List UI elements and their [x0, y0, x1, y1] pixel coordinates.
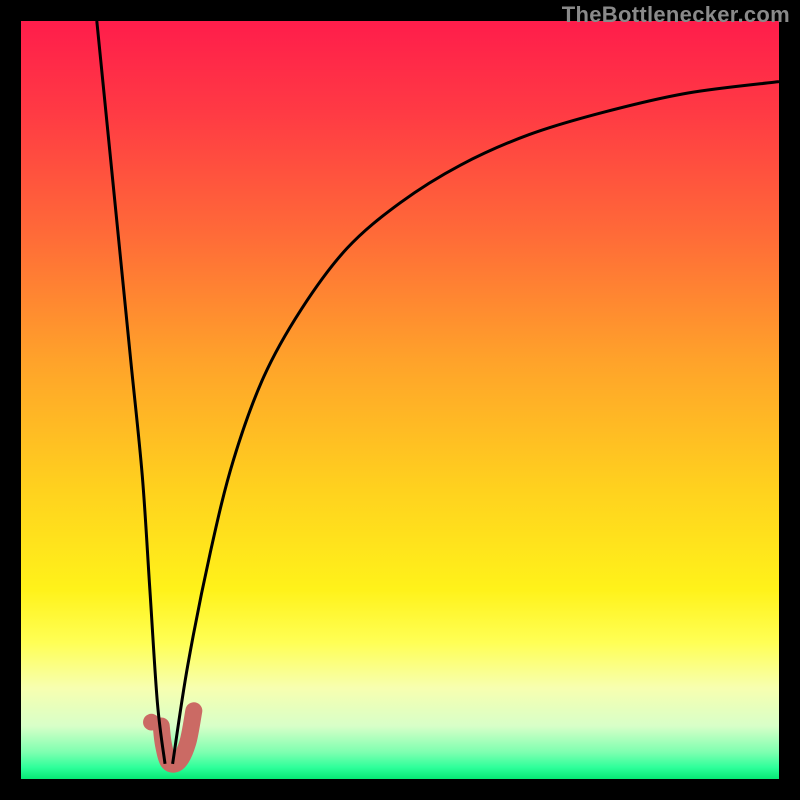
curve-left-branch	[97, 21, 165, 764]
plot-svg	[21, 21, 779, 779]
chart-frame: TheBottlenecker.com	[0, 0, 800, 800]
curve-right-branch	[173, 82, 779, 764]
watermark-label: TheBottlenecker.com	[562, 2, 790, 28]
marker-dot-icon	[143, 714, 160, 731]
plot-area	[21, 21, 779, 779]
